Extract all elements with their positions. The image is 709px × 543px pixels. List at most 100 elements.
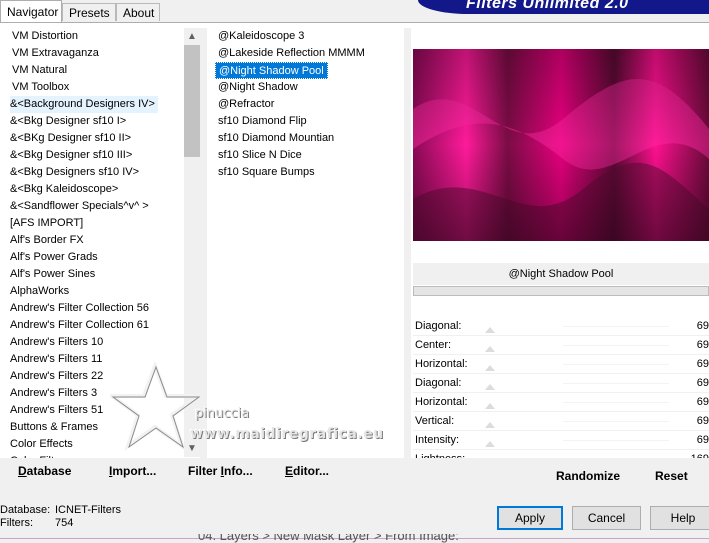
tab-presets[interactable]: Presets [62, 3, 116, 21]
category-item[interactable]: Buttons & Frames [4, 419, 184, 436]
slider-thumb-icon[interactable] [485, 401, 495, 409]
database-button[interactable]: Database [18, 464, 71, 478]
category-item[interactable]: VM Distortion [4, 28, 184, 45]
category-item[interactable]: &<Bkg Designer sf10 I> [4, 113, 184, 130]
app-banner: Filters Unlimited 2.0 [418, 0, 709, 14]
category-item[interactable]: Andrew's Filters 10 [4, 334, 184, 351]
reset-button[interactable]: Reset [655, 469, 688, 483]
parameter-slider[interactable]: Diagonal: 69 [413, 374, 709, 393]
category-item[interactable]: Color Effects [4, 436, 184, 453]
category-item[interactable]: Andrew's Filter Collection 56 [4, 300, 184, 317]
category-label: Buttons & Frames [10, 421, 99, 433]
filter-item[interactable]: @Refractor [214, 96, 399, 113]
category-label: Andrew's Filters 11 [10, 353, 103, 365]
scroll-down-icon[interactable]: ▼ [184, 440, 200, 457]
slider-thumb-icon[interactable] [485, 363, 495, 371]
slider-track[interactable] [563, 421, 669, 422]
parameter-slider[interactable]: Horizontal: 69 [413, 355, 709, 374]
category-label: VM Extravaganza [12, 47, 99, 59]
category-item[interactable]: &<Bkg Kaleidoscope> [4, 181, 184, 198]
slider-track[interactable] [563, 383, 669, 384]
filter-label: @Night Shadow Pool [215, 62, 328, 79]
database-value: ICNET-Filters [55, 504, 121, 516]
category-item[interactable]: Alf's Power Grads [4, 249, 184, 266]
slider-label: Diagonal: [415, 320, 462, 332]
filter-item[interactable]: sf10 Slice N Dice [214, 147, 399, 164]
scroll-thumb[interactable] [184, 45, 200, 157]
cancel-button[interactable]: Cancel [572, 506, 641, 530]
parameter-slider[interactable]: Horizontal: 69 [413, 393, 709, 412]
randomize-button[interactable]: Randomize [556, 469, 620, 483]
apply-button[interactable]: Apply [497, 506, 563, 530]
parameter-slider[interactable]: Intensity: 69 [413, 431, 709, 450]
category-item[interactable]: Andrew's Filters 51 [4, 402, 184, 419]
category-label: Andrew's Filters 22 [10, 370, 104, 382]
splitter[interactable] [200, 28, 207, 458]
category-item[interactable]: Andrew's Filters 22 [4, 368, 184, 385]
category-label: Alf's Power Sines [10, 268, 96, 280]
category-label: &<BKg Designer sf10 II> [10, 132, 132, 144]
category-item[interactable]: VM Natural [4, 62, 184, 79]
slider-track[interactable] [563, 326, 669, 327]
slider-thumb-icon[interactable] [485, 344, 495, 352]
filter-item[interactable]: sf10 Diamond Mountian [214, 130, 399, 147]
slider-label: Horizontal: [415, 396, 468, 408]
filter-preview [413, 49, 709, 241]
filter-item[interactable]: @Night Shadow Pool [214, 62, 399, 79]
category-item[interactable]: &<Sandflower Specials^v^ > [4, 198, 184, 215]
category-item[interactable]: VM Extravaganza [4, 45, 184, 62]
slider-thumb-icon[interactable] [485, 325, 495, 333]
category-item[interactable]: &<Bkg Designers sf10 IV> [4, 164, 184, 181]
category-item[interactable]: Andrew's Filter Collection 61 [4, 317, 184, 334]
category-item[interactable]: AlphaWorks [4, 283, 184, 300]
filter-item[interactable]: @Night Shadow [214, 79, 399, 96]
category-label: AlphaWorks [10, 285, 70, 297]
filter-label: sf10 Diamond Flip [218, 115, 307, 127]
slider-track[interactable] [563, 364, 669, 365]
slider-thumb-icon[interactable] [485, 382, 495, 390]
slider-track[interactable] [563, 440, 669, 441]
slider-value: 69 [696, 396, 709, 408]
category-label: Andrew's Filters 10 [10, 336, 104, 348]
filter-item[interactable]: @Lakeside Reflection MMMM [214, 45, 399, 62]
category-item[interactable]: Andrew's Filters 3 [4, 385, 184, 402]
filter-item[interactable]: sf10 Square Bumps [214, 164, 399, 181]
category-label: [AFS IMPORT] [10, 217, 84, 229]
category-scrollbar[interactable]: ▲ ▼ [184, 28, 200, 457]
import-button[interactable]: Import... [109, 464, 156, 478]
category-label: Andrew's Filters 51 [10, 404, 104, 416]
category-item[interactable]: VM Toolbox [4, 79, 184, 96]
tab-navigator[interactable]: Navigator [0, 0, 62, 22]
category-item[interactable]: Alf's Border FX [4, 232, 184, 249]
help-button[interactable]: Help [650, 506, 709, 530]
category-item[interactable]: Alf's Power Sines [4, 266, 184, 283]
splitter[interactable] [404, 28, 411, 458]
slider-track[interactable] [563, 345, 669, 346]
app-title: Filters Unlimited 2.0 [466, 0, 629, 12]
category-item[interactable]: &<Bkg Designer sf10 III> [4, 147, 184, 164]
filter-label: @Night Shadow [218, 81, 298, 93]
category-item[interactable]: &<Background Designers IV> [4, 96, 184, 113]
filter-list[interactable]: @Kaleidoscope 3 @Lakeside Reflection MMMM… [214, 28, 399, 188]
editor-button[interactable]: Editor... [285, 464, 329, 478]
parameter-slider[interactable]: Vertical: 69 [413, 412, 709, 431]
slider-label: Intensity: [415, 434, 460, 446]
tab-about[interactable]: About [116, 3, 160, 21]
slider-value: 69 [696, 415, 709, 427]
category-item[interactable]: [AFS IMPORT] [4, 215, 184, 232]
category-item[interactable]: Andrew's Filters 11 [4, 351, 184, 368]
slider-value: 69 [696, 434, 709, 446]
filter-item[interactable]: sf10 Diamond Flip [214, 113, 399, 130]
parameter-slider[interactable]: Center: 69 [413, 336, 709, 355]
category-list[interactable]: VM Distortion VM Extravaganza VM Natural VM… [4, 28, 184, 458]
slider-thumb-icon[interactable] [485, 420, 495, 428]
filter-info-button[interactable]: Filter Info... [188, 464, 253, 478]
slider-label: Horizontal: [415, 358, 468, 370]
slider-thumb-icon[interactable] [485, 439, 495, 447]
category-item[interactable]: &<BKg Designer sf10 II> [4, 130, 184, 147]
category-label: &<Background Designers IV> [10, 96, 158, 113]
filter-item[interactable]: @Kaleidoscope 3 [214, 28, 399, 45]
scroll-up-icon[interactable]: ▲ [184, 28, 200, 45]
parameter-slider[interactable]: Diagonal: 69 [413, 317, 709, 336]
slider-track[interactable] [563, 402, 669, 403]
